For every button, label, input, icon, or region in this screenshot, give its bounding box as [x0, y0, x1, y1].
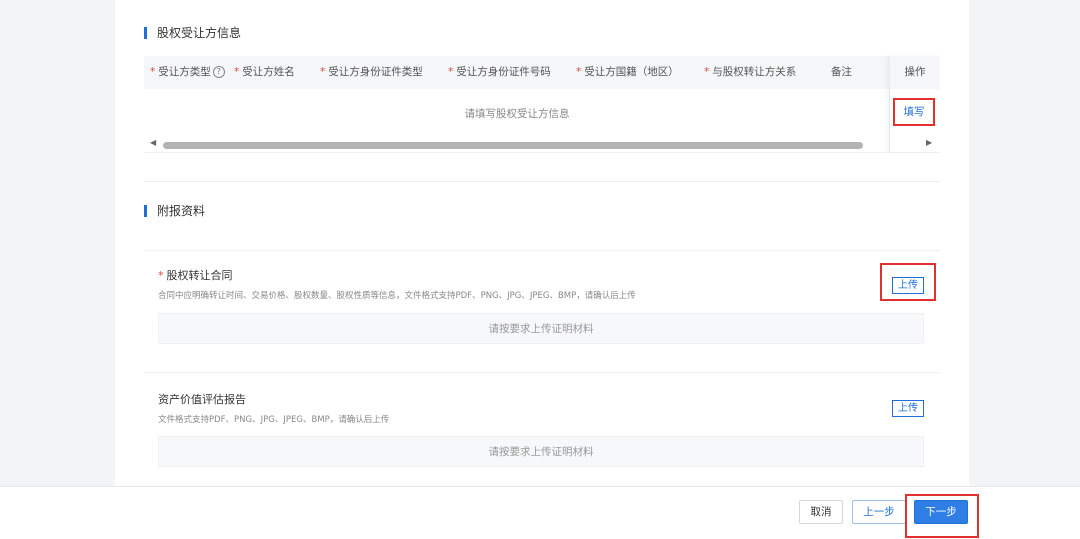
- prev-step-button[interactable]: 上一步: [852, 500, 906, 524]
- column-header-operation: 操作: [890, 56, 940, 89]
- highlight-box: [880, 263, 936, 301]
- table-header: * 受让方类型? * 受让方姓名 * 受让方身份证件类型 * 受让方身份证件号码 * 受让…: [144, 56, 940, 89]
- scroll-right-arrow-icon[interactable]: ▶: [926, 138, 932, 147]
- section-divider: [144, 181, 940, 182]
- section-title-text: 股权受让方信息: [157, 26, 242, 40]
- section-accent-bar: [144, 26, 147, 39]
- cancel-button[interactable]: 取消: [799, 500, 843, 524]
- card-title: * 股权转让合同: [158, 269, 233, 282]
- upload-card-asset-valuation: 资产价值评估报告 文件格式支持PDF、PNG、JPG、JPEG、BMP，请确认后…: [144, 372, 940, 479]
- section-title-attachments: 附报资料: [144, 202, 205, 219]
- section-title-text: 附报资料: [157, 204, 206, 218]
- fill-link[interactable]: 填写: [893, 98, 935, 126]
- column-header-transferee-type: * 受让方类型?: [150, 56, 225, 89]
- column-header-transferee-name: * 受让方姓名: [234, 66, 295, 78]
- column-header-id-type: * 受让方身份证件类型: [320, 66, 423, 78]
- table-empty-text: 请填写股权受让方信息: [464, 108, 570, 120]
- upload-button[interactable]: 上传: [892, 400, 924, 417]
- card-description: 文件格式支持PDF、PNG、JPG、JPEG、BMP，请确认后上传: [158, 415, 390, 425]
- column-header-nationality: * 受让方国籍（地区）: [576, 66, 679, 78]
- scrollbar-thumb[interactable]: [163, 142, 863, 149]
- upload-dropzone[interactable]: 请按要求上传证明材料: [158, 313, 924, 344]
- section-accent-bar: [144, 204, 147, 217]
- column-header-id-number: * 受让方身份证件号码: [448, 66, 551, 78]
- column-header-remarks: 备注: [831, 66, 852, 78]
- transferee-table: * 受让方类型? * 受让方姓名 * 受让方身份证件类型 * 受让方身份证件号码 * 受让…: [144, 56, 940, 153]
- horizontal-scrollbar[interactable]: [163, 142, 923, 149]
- card-title: 资产价值评估报告: [158, 393, 246, 406]
- footer-bar: 取消 上一步 下一步: [0, 486, 1080, 539]
- help-icon[interactable]: ?: [212, 66, 225, 78]
- column-header-relationship: * 与股权转让方关系: [704, 66, 797, 78]
- operation-column: 操作 填写: [889, 56, 940, 152]
- upload-dropzone[interactable]: 请按要求上传证明材料: [158, 436, 924, 467]
- highlight-box: [905, 494, 979, 538]
- card-description: 合同中应明确转让时间、交易价格、股权数量、股权性质等信息，文件格式支持PDF、P…: [158, 291, 636, 301]
- section-title-transferee: 股权受让方信息: [144, 24, 241, 41]
- upload-card-transfer-contract: * 股权转让合同 合同中应明确转让时间、交易价格、股权数量、股权性质等信息，文件格…: [144, 250, 940, 363]
- scroll-left-arrow-icon[interactable]: ◀: [150, 138, 156, 147]
